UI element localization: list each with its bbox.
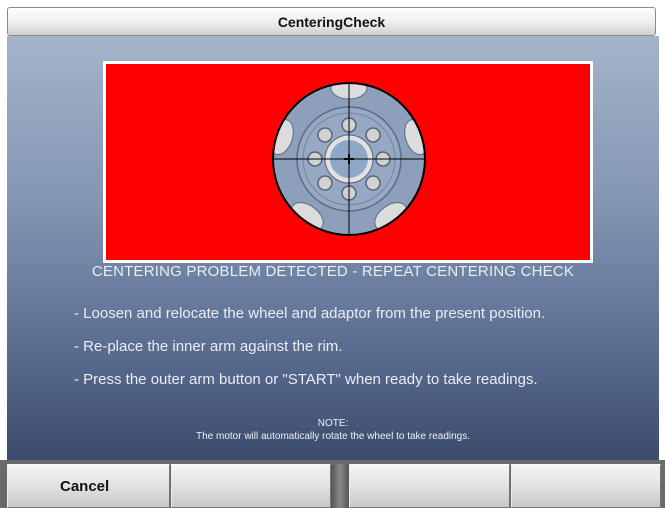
- instruction-step-3: - Press the outer arm button or "START" …: [74, 371, 538, 388]
- softkey-3-button[interactable]: [349, 464, 510, 508]
- title-bar: CenteringCheck: [7, 7, 656, 36]
- window-title: CenteringCheck: [277, 13, 386, 30]
- softkey-divider: [331, 464, 349, 508]
- error-heading: CENTERING PROBLEM DETECTED - REPEAT CENT…: [91, 263, 575, 280]
- cancel-button[interactable]: Cancel: [7, 464, 170, 508]
- wheel-image-frame: [103, 61, 593, 263]
- softkey-2-button[interactable]: [171, 464, 331, 508]
- instruction-step-1: - Loosen and relocate the wheel and adap…: [74, 305, 546, 322]
- note-text: The motor will automatically rotate the …: [195, 431, 471, 442]
- wheel-crosshair-icon: [272, 82, 426, 236]
- instruction-step-2: - Re-place the inner arm against the rim…: [74, 338, 343, 355]
- softkey-4-button[interactable]: [511, 464, 661, 508]
- note-title: NOTE:: [317, 418, 349, 429]
- softkey-bar: Cancel: [0, 460, 665, 508]
- centering-check-screen: CenteringCheck CENTERING PROBLEM DETECTE…: [0, 0, 665, 508]
- main-panel: CENTERING PROBLEM DETECTED - REPEAT CENT…: [7, 36, 659, 460]
